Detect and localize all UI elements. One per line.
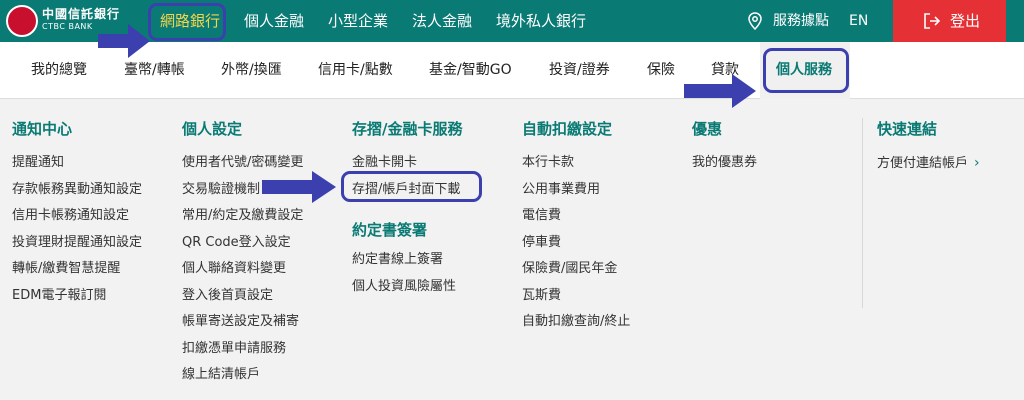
brand-name-cn: 中國信託銀行 — [42, 7, 121, 21]
menu-item[interactable]: 自動扣繳查詢/終止 — [522, 309, 630, 336]
menu-item[interactable]: 個人投資風險屬性 — [352, 274, 462, 301]
subnav-credit-card-points[interactable]: 信用卡/點數 — [318, 42, 393, 99]
menu-column-notifications: 通知中心 提醒通知 存款帳務異動通知設定 信用卡帳務通知設定 投資理財提醒通知設… — [12, 118, 142, 309]
menu-heading-autopay-settings[interactable]: 自動扣繳設定 — [522, 118, 630, 140]
language-switch-en[interactable]: EN — [849, 0, 868, 42]
menu-column-autopay-settings: 自動扣繳設定 本行卡款 公用事業費用 電信費 停車費 保險費/國民年金 瓦斯費 … — [522, 118, 630, 336]
menu-item[interactable]: 提醒通知 — [12, 150, 142, 177]
menu-item[interactable]: 約定書線上簽署 — [352, 247, 462, 274]
menu-item[interactable]: 我的優惠券 — [692, 150, 757, 177]
subnav-insurance[interactable]: 保險 — [647, 42, 675, 99]
menu-heading-passbook-card-services[interactable]: 存摺/金融卡服務 — [352, 118, 462, 140]
menu-item[interactable]: 扣繳憑單申請服務 — [182, 336, 303, 363]
logout-icon — [924, 13, 941, 29]
menu-item[interactable]: 帳單寄送設定及補寄 — [182, 309, 303, 336]
menu-item[interactable]: 個人聯絡資料變更 — [182, 256, 303, 283]
annotation-arrow-icon — [98, 24, 150, 58]
annotation-highlight-passbook-cover-download — [341, 171, 482, 202]
topnav-small-business[interactable]: 小型企業 — [328, 0, 388, 42]
menu-item[interactable]: 登入後首頁設定 — [182, 283, 303, 310]
chevron-right-icon: › — [974, 155, 980, 171]
menu-item[interactable]: QR Code登入設定 — [182, 230, 303, 257]
menu-column-offers: 優惠 我的優惠券 — [692, 118, 757, 177]
topnav-personal-banking[interactable]: 個人金融 — [244, 0, 304, 42]
topnav-corporate-banking[interactable]: 法人金融 — [412, 0, 472, 42]
menu-item[interactable]: 瓦斯費 — [522, 283, 630, 310]
menu-item[interactable]: 本行卡款 — [522, 150, 630, 177]
menu-item[interactable]: 公用事業費用 — [522, 177, 630, 204]
menu-heading-quick-links: 快速連結 — [877, 120, 938, 138]
menu-heading-notifications[interactable]: 通知中心 — [12, 118, 142, 140]
menu-item[interactable]: 停車費 — [522, 230, 630, 257]
subnav-overview[interactable]: 我的總覽 — [31, 42, 87, 99]
annotation-highlight-online-banking — [148, 3, 226, 41]
ctbc-logo-icon[interactable] — [6, 5, 38, 37]
sub-navigation-bar: 我的總覽 臺幣/轉帳 外幣/換匯 信用卡/點數 基金/智動GO 投資/證券 保險… — [0, 42, 1024, 99]
menu-heading-offers[interactable]: 優惠 — [692, 118, 757, 140]
logout-label: 登出 — [950, 12, 981, 30]
menu-column-quick-links: 快速連結 方便付連結帳戶 › — [877, 118, 980, 177]
menu-item[interactable]: EDM電子報訂閱 — [12, 283, 142, 310]
menu-item[interactable]: 電信費 — [522, 203, 630, 230]
menu-column-personal-settings: 個人設定 使用者代號/密碼變更 交易驗證機制 常用/約定及繳費設定 QR Cod… — [182, 118, 303, 389]
quick-link-item[interactable]: 方便付連結帳戶 › — [877, 150, 980, 177]
subnav-foreign-exchange[interactable]: 外幣/換匯 — [221, 42, 282, 99]
logout-button[interactable]: 登出 — [893, 0, 1006, 42]
menu-item[interactable]: 常用/約定及繳費設定 — [182, 203, 303, 230]
quick-link-label: 方便付連結帳戶 — [877, 156, 969, 171]
subnav-funds[interactable]: 基金/智動GO — [429, 42, 512, 99]
menu-item[interactable]: 保險費/國民年金 — [522, 256, 630, 283]
menu-item[interactable]: 信用卡帳務通知設定 — [12, 203, 142, 230]
menu-item[interactable]: 交易驗證機制 — [182, 177, 303, 204]
column-divider — [862, 118, 863, 308]
menu-item[interactable]: 存款帳務異動通知設定 — [12, 177, 142, 204]
annotation-arrow-icon — [684, 74, 756, 108]
subnav-investment-securities[interactable]: 投資/證券 — [549, 42, 610, 99]
menu-heading-personal-settings[interactable]: 個人設定 — [182, 118, 303, 140]
menu-column-passbook-card-services: 存摺/金融卡服務 金融卡開卡 存摺/帳戶封面下載 約定書簽署 約定書線上簽署 個… — [352, 118, 462, 300]
topnav-offshore-private-banking[interactable]: 境外私人銀行 — [496, 0, 586, 42]
annotation-highlight-personal-services — [763, 48, 849, 93]
menu-heading-agreement-signing[interactable]: 約定書簽署 — [352, 219, 462, 241]
menu-item[interactable]: 線上結清帳戶 — [182, 362, 303, 389]
service-locations-link[interactable]: 服務據點 — [773, 0, 829, 42]
menu-item[interactable]: 使用者代號/密碼變更 — [182, 150, 303, 177]
menu-item[interactable]: 投資理財提醒通知設定 — [12, 230, 142, 257]
menu-item[interactable]: 轉帳/繳費智慧提醒 — [12, 256, 142, 283]
location-pin-icon[interactable] — [748, 12, 762, 30]
